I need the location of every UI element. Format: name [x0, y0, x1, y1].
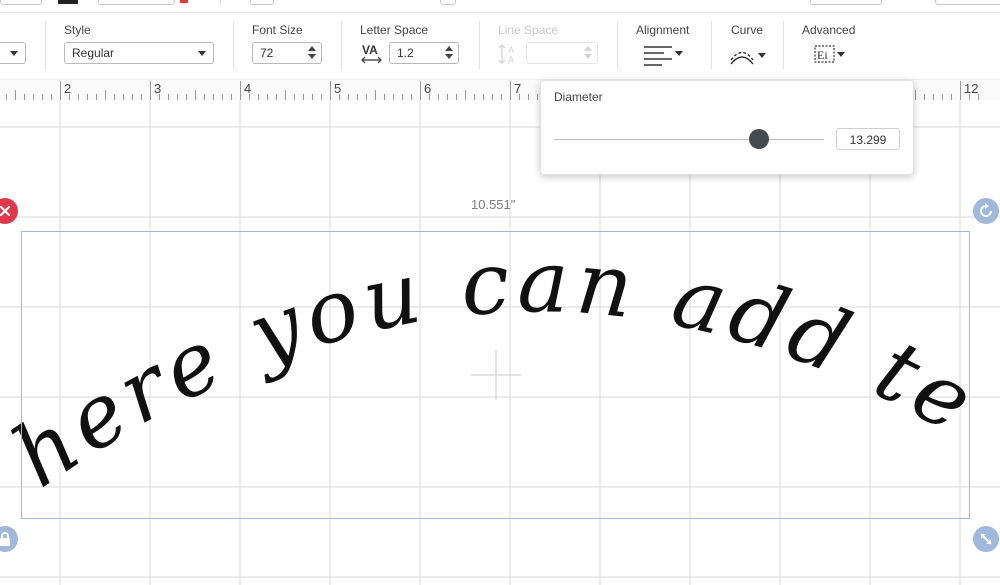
- chevron-down-icon: [10, 51, 18, 56]
- svg-text:A: A: [508, 55, 514, 65]
- ruler-number: 12: [964, 81, 979, 96]
- stepper-arrows-icon[interactable]: [307, 46, 317, 60]
- curve-label: Curve: [731, 23, 764, 37]
- cutoff-control: [810, 0, 882, 5]
- text-edit-toolbar: Style Regular Font Size 72 Letter Space …: [0, 13, 1000, 79]
- font-size-stepper[interactable]: 72: [252, 42, 322, 64]
- ruler-tick: [60, 81, 61, 100]
- rotate-handle[interactable]: [973, 198, 999, 224]
- style-label: Style: [64, 23, 91, 37]
- diameter-title: Diameter: [554, 90, 603, 104]
- selection-bounding-box[interactable]: [21, 231, 970, 519]
- cutoff-indicator: [180, 0, 188, 3]
- resize-icon: [980, 533, 992, 545]
- stepper-arrows-icon: [583, 46, 593, 60]
- advanced-label: Advanced: [802, 23, 856, 37]
- diameter-slider-track[interactable]: [554, 139, 824, 140]
- line-space-icon: A A: [498, 44, 514, 65]
- rotate-icon: [980, 203, 992, 217]
- letter-space-icon: VA: [361, 43, 382, 64]
- color-swatch[interactable]: [58, 0, 78, 4]
- font-select[interactable]: [0, 42, 26, 64]
- curve-icon[interactable]: [728, 42, 770, 66]
- resize-handle[interactable]: [973, 526, 999, 552]
- advanced-icon[interactable]: Ei: [814, 42, 848, 66]
- svg-text:A: A: [508, 45, 514, 55]
- diameter-slider-thumb[interactable]: [749, 129, 769, 149]
- ruler-tick: [465, 90, 466, 100]
- delete-icon: [0, 205, 11, 217]
- style-select[interactable]: Regular: [64, 42, 214, 64]
- ruler-tick: [240, 81, 241, 100]
- letter-space-stepper[interactable]: 1.2: [389, 42, 459, 64]
- ruler-number: 5: [334, 81, 342, 96]
- cutoff-control: [935, 0, 1000, 5]
- letter-space-label: Letter Space: [360, 23, 429, 37]
- width-dimension-label: 10.551": [471, 197, 516, 212]
- svg-text:VA: VA: [362, 43, 378, 57]
- diameter-popup: Diameter 13.299: [540, 80, 914, 175]
- alignment-label: Alignment: [636, 23, 690, 37]
- ruler-tick: [150, 81, 151, 100]
- font-size-value: 72: [260, 46, 274, 60]
- align-left-icon[interactable]: [644, 42, 686, 66]
- ruler-number: 4: [244, 81, 252, 96]
- ruler-number: 3: [154, 81, 162, 96]
- ruler-tick: [960, 81, 961, 100]
- svg-text:Ei: Ei: [817, 48, 828, 62]
- ruler-number: 6: [424, 81, 432, 96]
- ruler-tick: [420, 81, 421, 100]
- delete-handle[interactable]: [0, 198, 18, 224]
- style-value: Regular: [72, 46, 115, 60]
- stepper-arrows-icon[interactable]: [444, 46, 454, 60]
- cutoff-control: [98, 0, 175, 5]
- line-space-stepper: [526, 42, 598, 64]
- chevron-down-icon: [198, 51, 206, 56]
- font-size-label: Font Size: [252, 23, 303, 37]
- ruler-number: 2: [64, 81, 72, 96]
- ruler-number: 7: [514, 81, 522, 96]
- ruler-tick: [105, 90, 106, 100]
- ruler-tick: [330, 81, 331, 100]
- ruler-tick: [195, 90, 196, 100]
- cutoff-control: [0, 0, 42, 5]
- lock-icon: [0, 532, 10, 546]
- ruler-tick: [915, 90, 916, 100]
- cutoff-control: [440, 0, 456, 5]
- ruler-tick: [510, 81, 511, 100]
- letter-space-value: 1.2: [397, 46, 414, 60]
- ruler-tick: [285, 90, 286, 100]
- ruler-tick: [15, 90, 16, 100]
- line-space-label: Line Space: [498, 23, 559, 37]
- cutoff-control: [250, 0, 274, 5]
- lock-handle[interactable]: [0, 526, 18, 552]
- diameter-value: 13.299: [849, 133, 887, 147]
- ruler-tick: [375, 90, 376, 100]
- top-toolbar-strip: [0, 0, 1000, 13]
- diameter-input[interactable]: 13.299: [836, 128, 900, 150]
